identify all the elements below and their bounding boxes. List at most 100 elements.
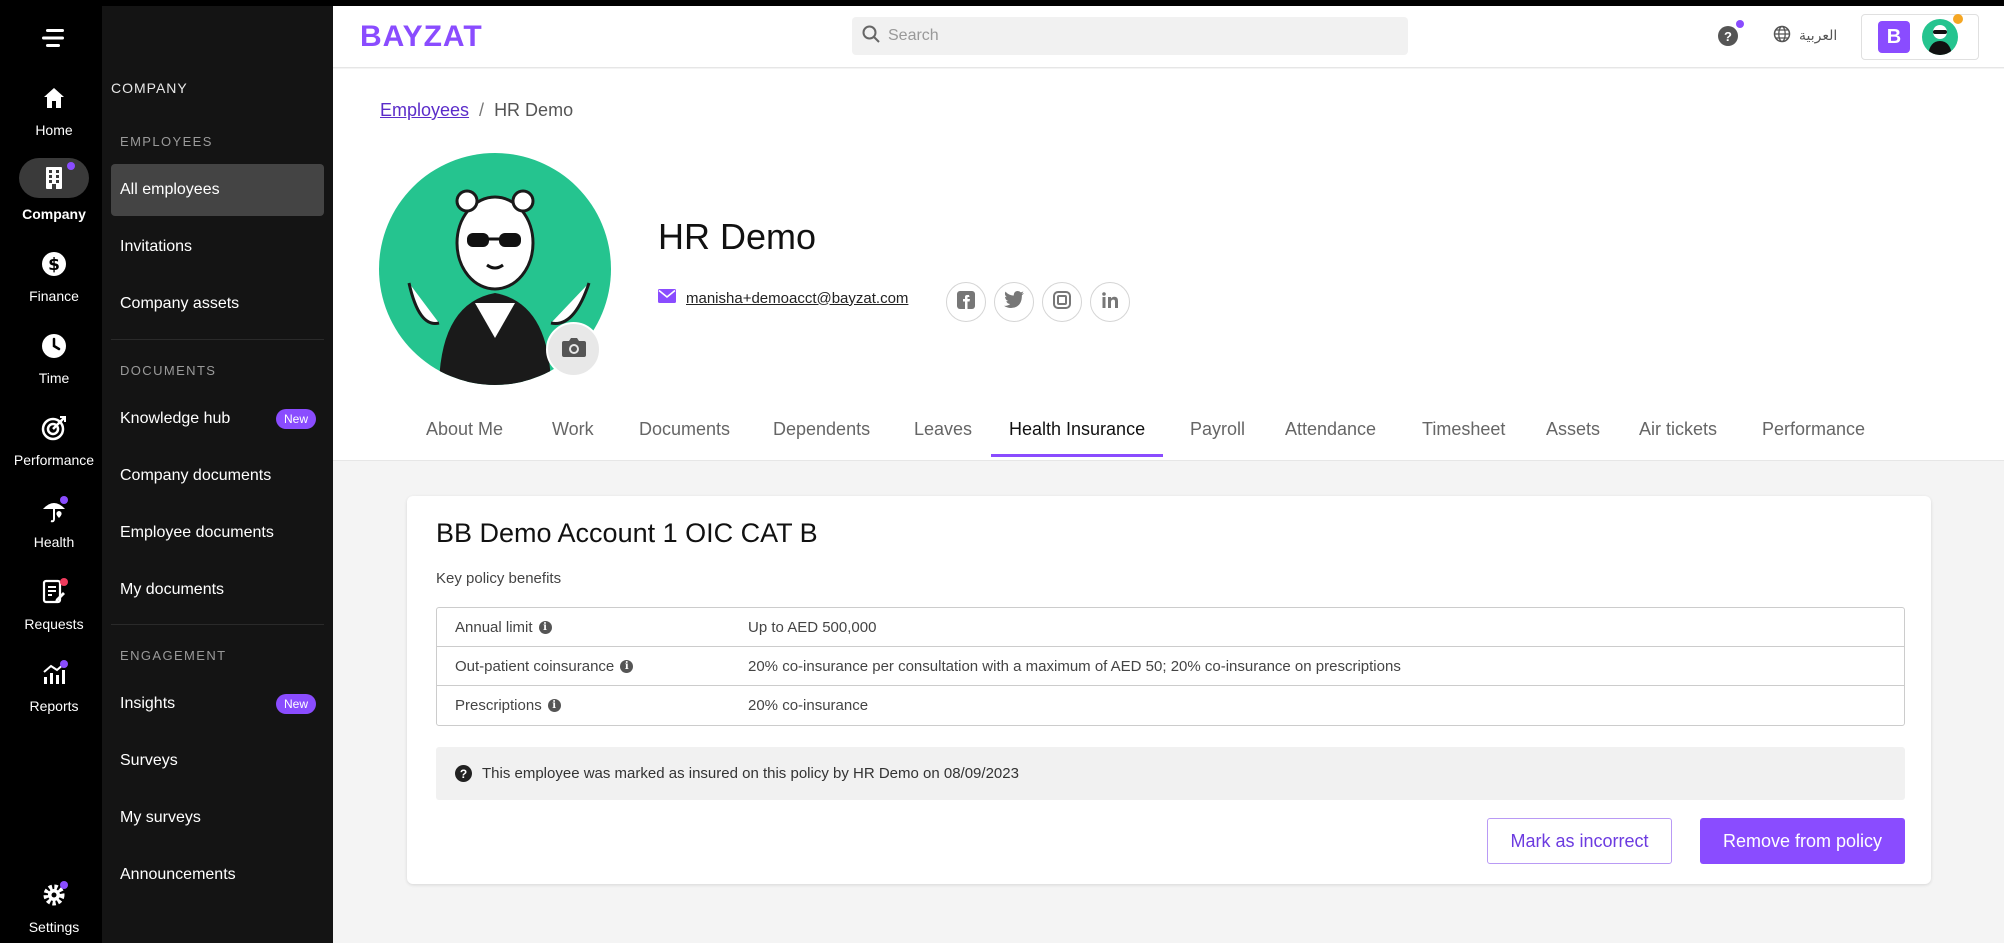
search-box[interactable] <box>852 17 1408 55</box>
rail-item-finance[interactable]: $ Finance <box>6 248 102 304</box>
info-icon[interactable]: i <box>538 621 552 634</box>
table-row: Annual limit i Up to AED 500,000 <box>437 608 1904 647</box>
section-engagement: ENGAGEMENT <box>120 648 227 663</box>
target-icon <box>38 412 70 444</box>
breadcrumb: Employees / HR Demo <box>380 100 573 121</box>
rail-item-requests[interactable]: Requests <box>6 576 102 632</box>
bayzat-logo[interactable]: BAYZAT <box>360 20 483 54</box>
clock-icon <box>38 330 70 362</box>
linkedin-button[interactable] <box>1090 282 1130 322</box>
sidebar-item-company-documents[interactable]: Company documents <box>111 450 324 502</box>
benefit-name: Prescriptions <box>455 697 542 714</box>
chart-icon <box>38 658 70 690</box>
new-badge: New <box>275 409 316 429</box>
tab-payroll[interactable]: Payroll <box>1190 419 1245 454</box>
section-employees: EMPLOYEES <box>120 134 213 149</box>
sidebar-item-label: Knowledge hub <box>120 410 231 427</box>
email-row: manisha+demoacct@bayzat.com <box>658 289 908 307</box>
breadcrumb-current: HR Demo <box>494 100 574 120</box>
search-icon <box>862 25 880 48</box>
sidebar-item-knowledge-hub[interactable]: Knowledge hub New <box>111 393 324 445</box>
language-label: العربية <box>1799 27 1838 43</box>
main-content: BAYZAT ? العربية B <box>333 6 2004 943</box>
tab-timesheet[interactable]: Timesheet <box>1422 419 1505 454</box>
rail-item-home[interactable]: Home <box>6 82 102 138</box>
icon-rail: Home Company $ Finance Time Performance … <box>6 6 102 943</box>
tab-health-insurance[interactable]: Health Insurance <box>991 419 1164 457</box>
rail-item-settings[interactable]: Settings <box>6 879 102 935</box>
sidebar-item-my-documents[interactable]: My documents <box>111 564 324 616</box>
home-icon <box>38 82 70 114</box>
sidebar-item-insights[interactable]: Insights New <box>111 678 324 730</box>
mark-incorrect-button[interactable]: Mark as incorrect <box>1487 818 1672 864</box>
tab-attendance[interactable]: Attendance <box>1285 419 1376 454</box>
notification-dot <box>67 162 75 170</box>
benefit-name: Annual limit <box>455 619 533 636</box>
sidebar-item-surveys[interactable]: Surveys <box>111 735 324 787</box>
top-bar: BAYZAT ? العربية B <box>333 6 2004 68</box>
tab-assets[interactable]: Assets <box>1546 419 1600 454</box>
benefit-value: Up to AED 500,000 <box>748 619 877 636</box>
gear-icon <box>38 879 70 911</box>
dollar-icon: $ <box>38 248 70 280</box>
profile-tabs: About Me Work Documents Dependents Leave… <box>333 406 2004 461</box>
rail-item-health[interactable]: Health <box>6 494 102 550</box>
menu-icon[interactable] <box>42 28 66 53</box>
tab-performance[interactable]: Performance <box>1762 419 1865 454</box>
employee-name: HR Demo <box>658 216 817 257</box>
notification-dot <box>60 496 68 504</box>
benefits-table: Annual limit i Up to AED 500,000 Out-pat… <box>436 607 1905 726</box>
linkedin-icon <box>1102 291 1118 313</box>
info-icon[interactable]: i <box>620 660 634 673</box>
tab-about-me[interactable]: About Me <box>426 419 503 454</box>
language-switcher[interactable]: العربية <box>1773 25 1837 46</box>
tab-work[interactable]: Work <box>552 419 594 454</box>
benefit-value: 20% co-insurance <box>748 697 869 714</box>
rail-item-company[interactable]: Company <box>6 158 102 222</box>
breadcrumb-employees-link[interactable]: Employees <box>380 100 469 120</box>
table-row: Prescriptions i 20% co-insurance <box>437 686 1904 725</box>
twitter-icon <box>1004 291 1024 313</box>
health-icon <box>38 494 70 526</box>
change-photo-button[interactable] <box>546 322 601 377</box>
question-icon: ? <box>455 765 472 782</box>
tab-air-tickets[interactable]: Air tickets <box>1639 419 1717 454</box>
notification-dot <box>60 881 68 889</box>
tab-dependents[interactable]: Dependents <box>773 419 870 454</box>
sidebar-item-announcements[interactable]: Announcements <box>111 849 324 901</box>
svg-text:$: $ <box>48 255 60 275</box>
policy-subtitle: Key policy benefits <box>436 570 562 587</box>
tab-documents[interactable]: Documents <box>639 419 730 454</box>
rail-item-reports[interactable]: Reports <box>6 658 102 714</box>
breadcrumb-separator: / <box>479 100 485 120</box>
email-link[interactable]: manisha+demoacct@bayzat.com <box>686 290 908 307</box>
request-icon <box>38 576 70 608</box>
sidebar-item-my-surveys[interactable]: My surveys <box>111 792 324 844</box>
camera-icon <box>561 336 587 363</box>
rail-item-time[interactable]: Time <box>6 330 102 386</box>
notification-dot <box>60 578 68 586</box>
sidebar-item-all-employees[interactable]: All employees <box>111 164 324 216</box>
sidebar-item-company-assets[interactable]: Company assets <box>111 278 324 330</box>
instagram-button[interactable] <box>1042 282 1082 322</box>
sidebar-divider <box>111 339 324 340</box>
sidebar: COMPANY EMPLOYEES All employees Invitati… <box>102 6 333 943</box>
info-icon[interactable]: i <box>547 699 561 712</box>
sidebar-item-label: Insights <box>120 695 176 712</box>
table-row: Out-patient coinsurance i 20% co-insuran… <box>437 647 1904 686</box>
search-input[interactable] <box>888 27 1388 45</box>
sidebar-item-employee-documents[interactable]: Employee documents <box>111 507 324 559</box>
policy-title: BB Demo Account 1 OIC CAT B <box>436 518 818 548</box>
facebook-button[interactable] <box>946 282 986 322</box>
sidebar-item-invitations[interactable]: Invitations <box>111 221 324 273</box>
remove-from-policy-button[interactable]: Remove from policy <box>1700 818 1905 864</box>
section-documents: DOCUMENTS <box>120 363 217 378</box>
sidebar-divider <box>111 624 324 625</box>
tab-leaves[interactable]: Leaves <box>914 419 972 454</box>
twitter-button[interactable] <box>994 282 1034 322</box>
notification-dot <box>60 660 68 668</box>
rail-item-performance[interactable]: Performance <box>6 412 102 468</box>
facebook-icon <box>957 290 975 314</box>
new-badge: New <box>275 694 316 714</box>
help-icon[interactable]: ? <box>1718 20 1744 46</box>
